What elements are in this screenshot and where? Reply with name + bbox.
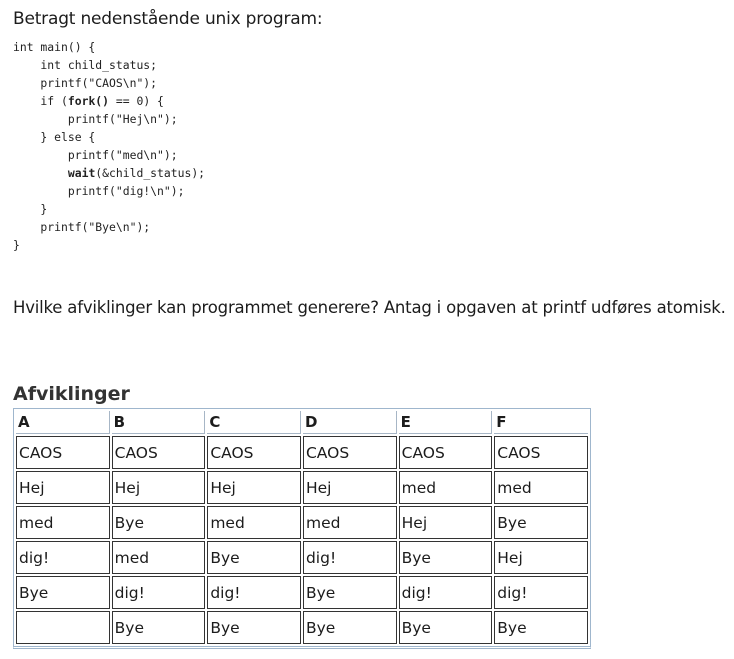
table-cell: med [302, 506, 397, 539]
table-cell: Bye [302, 611, 397, 644]
table-title: Afviklinger [13, 383, 130, 405]
table-row: Bye dig! dig! Bye dig! dig! [16, 576, 588, 609]
table-cell: Bye [494, 506, 588, 539]
code-line: printf("dig!\n"); [13, 184, 185, 198]
code-text: printf("med\n"); [13, 148, 178, 162]
table-body: CAOS CAOS CAOS CAOS CAOS CAOS Hej Hej Hej Hej med m… [16, 436, 588, 644]
code-text: == 0) { [109, 94, 164, 108]
table-row: med Bye med med Hej Bye [16, 506, 588, 539]
code-line: if (fork() == 0) { [13, 94, 164, 108]
code-line: int child_status; [13, 58, 157, 72]
intro-text: Betragt nedenstående unix program: [13, 9, 323, 29]
table-cell: Hej [16, 471, 110, 504]
column-header-f: F [494, 411, 588, 434]
code-text: printf("Hej\n"); [13, 112, 178, 126]
column-header-c: C [207, 411, 301, 434]
code-text: if ( [13, 94, 68, 108]
column-header-d: D [302, 411, 397, 434]
table-cell: dig! [16, 541, 110, 574]
code-text: printf("CAOS\n"); [13, 76, 158, 90]
table-cell: dig! [398, 576, 493, 609]
column-header-b: B [111, 411, 206, 434]
table-cell: CAOS [494, 436, 588, 469]
code-text: } [13, 238, 20, 252]
table-cell: Bye [494, 611, 588, 644]
code-text: printf("dig!\n"); [13, 184, 185, 198]
column-header-e: E [398, 411, 493, 434]
code-line: printf("med\n"); [13, 148, 178, 162]
executions-table: ABCDEF CAOS CAOS CAOS CAOS CAOS CAOS Hej Hej Hej… [13, 408, 591, 649]
code-keyword: fork() [67, 94, 110, 108]
table-cell: Bye [111, 611, 206, 644]
column-header-a: A [16, 411, 110, 434]
code-line: } [13, 202, 47, 216]
table-row: Hej Hej Hej Hej med med [16, 471, 588, 504]
code-line: } [13, 238, 20, 252]
table-cell: CAOS [302, 436, 397, 469]
table-cell: Bye [398, 541, 493, 574]
code-line: printf("Hej\n"); [13, 112, 178, 126]
table-cell: dig! [494, 576, 588, 609]
table-cell: Bye [16, 576, 110, 609]
table-cell: Bye [207, 541, 301, 574]
table-row: CAOS CAOS CAOS CAOS CAOS CAOS [16, 436, 588, 469]
table-cell: med [111, 541, 206, 574]
executions-table-wrapper: ABCDEF CAOS CAOS CAOS CAOS CAOS CAOS Hej Hej Hej… [13, 408, 591, 649]
table-cell: Hej [494, 541, 588, 574]
table-cell: med [16, 506, 110, 539]
code-line: wait(&child_status); [13, 166, 205, 180]
table-cell: CAOS [16, 436, 110, 469]
code-text: } else { [13, 130, 96, 144]
code-line: printf("CAOS\n"); [13, 76, 157, 90]
question-text: Hvilke afviklinger kan programmet genere… [13, 298, 726, 317]
table-cell: dig! [111, 576, 206, 609]
table-cell: CAOS [398, 436, 493, 469]
code-block: int main() { int child_status; printf("C… [13, 38, 205, 254]
code-line: printf("Bye\n"); [13, 220, 150, 234]
table-row: Bye Bye Bye Bye Bye [16, 611, 588, 644]
table-cell: med [207, 506, 301, 539]
table-cell: Hej [207, 471, 301, 504]
code-line: int main() { [13, 40, 95, 54]
code-line: } else { [13, 130, 95, 144]
table-cell [16, 611, 110, 644]
table-cell: Hej [302, 471, 397, 504]
table-cell: Bye [302, 576, 397, 609]
table-header-row: ABCDEF [16, 411, 588, 434]
table-cell: Hej [111, 471, 206, 504]
code-text: int main() { [13, 40, 96, 54]
table-cell: med [494, 471, 588, 504]
code-text: (&child_status); [95, 166, 206, 180]
table-cell: Bye [111, 506, 206, 539]
table-cell: Bye [207, 611, 301, 644]
table-cell: dig! [302, 541, 397, 574]
code-text: printf("Bye\n"); [13, 220, 151, 234]
table-cell: Hej [398, 506, 493, 539]
code-keyword: wait [67, 166, 96, 180]
table-row: dig! med Bye dig! Bye Hej [16, 541, 588, 574]
code-text: int child_status; [13, 58, 158, 72]
table-cell: dig! [207, 576, 301, 609]
table-cell: CAOS [207, 436, 301, 469]
table-cell: CAOS [111, 436, 206, 469]
code-text: } [13, 202, 48, 216]
table-cell: med [398, 471, 493, 504]
table-cell: Bye [398, 611, 493, 644]
